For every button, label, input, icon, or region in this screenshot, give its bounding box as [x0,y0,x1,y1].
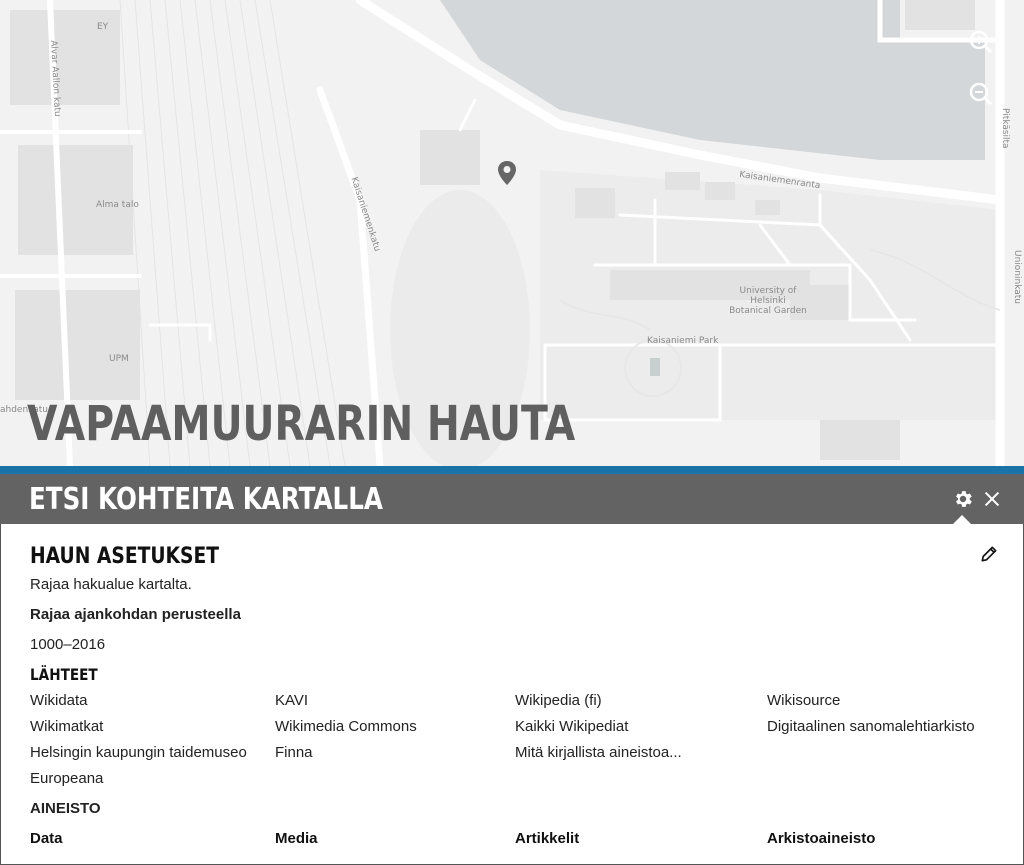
source-item-wikisource[interactable]: Wikisource [767,692,840,709]
accent-bar [0,466,1024,474]
material-column-arkistoaineisto: Arkistoaineisto [767,830,876,847]
map-view[interactable]: EY Alvar Aallon katu Alma talo UPM ahden… [0,0,1024,466]
material-column-media: Media [275,830,318,847]
map-label-pitkasilta: Pitkäsilta [1000,108,1010,149]
gear-icon[interactable] [952,488,974,510]
panel-header: ETSI KOHTEITA KARTALLA [0,474,1024,524]
source-item-kaikki-wikipediat[interactable]: Kaikki Wikipediat [515,718,628,735]
source-item-wikidata[interactable]: Wikidata [30,692,88,709]
map-label-upm: UPM [109,354,129,364]
source-item-sanomalehtiarkisto[interactable]: Digitaalinen sanomalehtiarkisto [767,718,975,735]
source-item-finna[interactable]: Finna [275,744,313,761]
map-label-ey: EY [97,22,109,32]
source-item-wikimatkat[interactable]: Wikimatkat [30,718,103,735]
source-item-kirjallista-aineistoa[interactable]: Mitä kirjallista aineistoa... [515,744,682,761]
map-label-kaisaniemi-park: Kaisaniemi Park [647,336,719,346]
time-filter-heading: Rajaa ajankohdan perusteella [30,606,241,623]
map-pin-icon[interactable] [497,160,517,186]
search-settings-heading: HAUN ASETUKSET [30,544,220,569]
source-item-taidemuseo[interactable]: Helsingin kaupungin taidemuseo [30,744,247,761]
time-range-value: 1000–2016 [30,636,106,653]
area-hint: Rajaa hakualue kartalta. [30,576,192,593]
map-label-alma-talo: Alma talo [96,200,139,210]
close-icon[interactable] [981,488,1003,510]
map-label-botanical-garden: University of Helsinki Botanical Garden [729,286,807,316]
zoom-out-icon[interactable] [969,82,993,106]
pencil-icon[interactable] [979,544,999,564]
source-item-wikipedia-fi[interactable]: Wikipedia (fi) [515,692,602,709]
material-column-data: Data [30,830,63,847]
source-item-wikimedia-commons[interactable]: Wikimedia Commons [275,718,417,735]
material-column-artikkelit: Artikkelit [515,830,580,847]
zoom-in-icon[interactable] [969,30,993,54]
material-heading: AINEISTO [30,800,101,817]
source-item-kavi[interactable]: KAVI [275,692,308,709]
place-title: VAPAAMUURARIN HAUTA [27,396,576,452]
sources-heading: LÄHTEET [30,665,98,684]
map-label-unioninkatu: Unioninkatu [1012,250,1022,305]
search-settings-panel: HAUN ASETUKSET Rajaa hakualue kartalta. … [0,524,1024,865]
source-item-europeana[interactable]: Europeana [30,770,103,787]
panel-title: ETSI KOHTEITA KARTALLA [29,482,383,517]
